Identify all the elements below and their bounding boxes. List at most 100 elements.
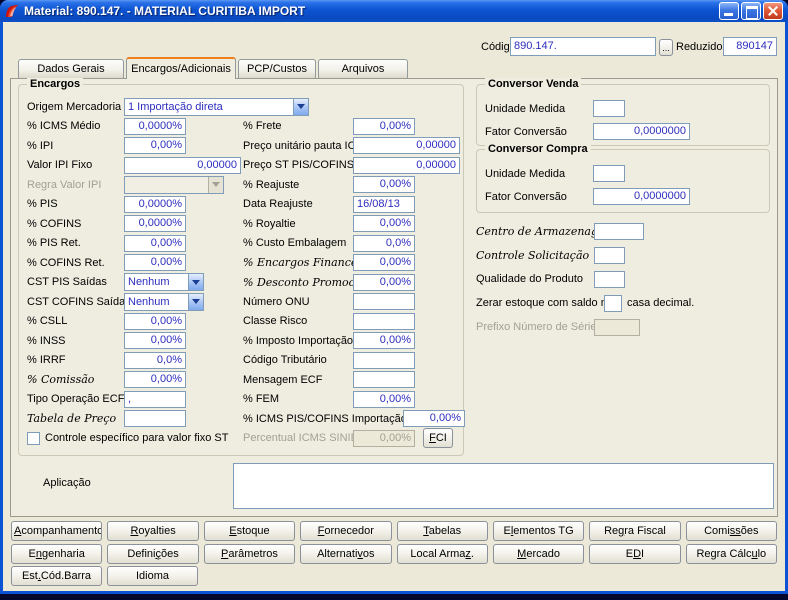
regra-fiscal-button[interactable]: Regra Fiscal: [589, 521, 680, 541]
inss-input[interactable]: 0,00%: [124, 332, 186, 349]
controle-solicitacao-input[interactable]: [594, 247, 625, 264]
csll-input[interactable]: 0,00%: [124, 313, 186, 330]
fator-conversao-input[interactable]: 0,0000000: [593, 123, 690, 140]
encargos-financeiros-input[interactable]: 0,00%: [353, 254, 415, 271]
form-row: % Royaltie0,00%: [243, 214, 465, 234]
ipi-input[interactable]: 0,00%: [124, 137, 186, 154]
custo-embalagem-label: % Custo Embalagem: [243, 237, 353, 249]
reajuste-input[interactable]: 0,00%: [353, 176, 415, 193]
app-icon: [4, 3, 20, 19]
form-row: Origem Mercadoria1 Importação direta: [27, 97, 309, 117]
cst-pis-saidas-select[interactable]: Nenhum: [124, 273, 204, 291]
regra-calculo-button[interactable]: Regra Cálculo: [686, 544, 777, 564]
form-row: % ICMS PIS/COFINS Importação0,00%: [243, 409, 465, 429]
form-row: Prefixo Número de Série: [476, 315, 694, 339]
tab-encargos-adicionais[interactable]: Encargos/Adicionais: [126, 57, 236, 79]
acompanhamento-button[interactable]: Acompanhamento: [11, 521, 102, 541]
unidade-medida-input[interactable]: [593, 165, 625, 182]
fator-conversao-input[interactable]: 0,0000000: [593, 188, 690, 205]
royalties-button[interactable]: Royalties: [107, 521, 198, 541]
cofins-ret-input[interactable]: 0,00%: [124, 254, 186, 271]
classe-risco-label: Classe Risco: [243, 315, 353, 327]
inss-label: % INSS: [27, 335, 124, 347]
imposto-importacao-input[interactable]: 0,00%: [353, 332, 415, 349]
select-value: Nenhum: [125, 274, 188, 290]
controle-especifico-para-valor-fixo-st-checkbox[interactable]: [27, 432, 40, 445]
form-row: Unidade Medida: [485, 162, 763, 185]
mensagem-ecf-input[interactable]: [353, 371, 415, 388]
engenharia-button[interactable]: Engenharia: [11, 544, 102, 564]
data-reajuste-input[interactable]: 16/08/13: [353, 196, 415, 213]
local-armaz-button[interactable]: Local Armaz.: [397, 544, 488, 564]
valor-ipi-fixo-label: Valor IPI Fixo: [27, 159, 124, 171]
desconto-promocional-input[interactable]: 0,00%: [353, 274, 415, 291]
edi-button[interactable]: EDI: [589, 544, 680, 564]
codigo-browse-button[interactable]: ...: [659, 39, 673, 56]
elementos-tg-button[interactable]: Elementos TG: [493, 521, 584, 541]
cst-pis-saidas-label: CST PIS Saídas: [27, 276, 124, 288]
comissao-input[interactable]: 0,00%: [124, 371, 186, 388]
tab-pcp-custos[interactable]: PCP/Custos: [238, 59, 316, 78]
form-row: Mensagem ECF: [243, 370, 465, 390]
pis-input[interactable]: 0,0000%: [124, 196, 186, 213]
qualidade-do-produto-input[interactable]: [594, 271, 625, 288]
zerar-estoque-com-saldo-na-label: Zerar estoque com saldo na: [476, 297, 604, 309]
codigo-input[interactable]: 890.147.: [510, 37, 656, 56]
pis-label: % PIS: [27, 198, 124, 210]
fornecedor-button[interactable]: Fornecedor: [300, 521, 391, 541]
fem-input[interactable]: 0,00%: [353, 391, 415, 408]
origem-mercadoria-select[interactable]: 1 Importação direta: [124, 98, 309, 116]
definicoes-button[interactable]: Definições: [107, 544, 198, 564]
cst-cofins-saidas-select[interactable]: Nenhum: [124, 293, 204, 311]
custo-embalagem-input[interactable]: 0,0%: [353, 235, 415, 252]
tab-arquivos[interactable]: Arquivos: [318, 59, 408, 78]
valor-ipi-fixo-input[interactable]: 0,00000: [124, 157, 241, 174]
select-value: [125, 177, 208, 193]
form-row: Fator Conversão0,0000000: [485, 185, 763, 208]
irrf-input[interactable]: 0,0%: [124, 352, 186, 369]
frete-input[interactable]: 0,00%: [353, 118, 415, 135]
tipo-operacao-ecf-input[interactable]: ,: [124, 391, 186, 408]
encargos-financeiros-label: % Encargos Financeiros: [243, 256, 353, 269]
percentual-icms-sinief-input: 0,00%: [353, 430, 415, 447]
reduzido-label: Reduzido: [676, 41, 722, 53]
royaltie-label: % Royaltie: [243, 218, 353, 230]
form-row: % FEM0,00%: [243, 390, 465, 410]
codigo-tributario-input[interactable]: [353, 352, 415, 369]
icms-pis-cofins-importacao-input[interactable]: 0,00%: [403, 410, 465, 427]
tipo-operacao-ecf-label: Tipo Operação ECF: [27, 393, 124, 405]
zerar-estoque-com-saldo-na-input[interactable]: [604, 295, 622, 312]
aplicacao-textarea[interactable]: [233, 463, 774, 509]
est-cod-barra-button[interactable]: Est.Cód.Barra: [11, 566, 102, 586]
preco-st-pis-cofins-input[interactable]: 0,00000: [353, 157, 460, 174]
tab-dados-gerais[interactable]: Dados Gerais: [18, 59, 124, 78]
estoque-button[interactable]: Estoque: [204, 521, 295, 541]
numero-onu-input[interactable]: [353, 293, 415, 310]
idioma-button[interactable]: Idioma: [107, 566, 198, 586]
maximize-button[interactable]: [741, 2, 761, 20]
classe-risco-input[interactable]: [353, 313, 415, 330]
mercado-button[interactable]: Mercado: [493, 544, 584, 564]
alternativos-button[interactable]: Alternativos: [300, 544, 391, 564]
title-bar[interactable]: Material: 890.147. - MATERIAL CURITIBA I…: [0, 0, 788, 22]
cofins-input[interactable]: 0,0000%: [124, 215, 186, 232]
qualidade-do-produto-label: Qualidade do Produto: [476, 273, 594, 285]
pis-ret-input[interactable]: 0,00%: [124, 235, 186, 252]
parametros-button[interactable]: Parâmetros: [204, 544, 295, 564]
royaltie-input[interactable]: 0,00%: [353, 215, 415, 232]
reduzido-input[interactable]: 890147: [723, 37, 777, 56]
close-button[interactable]: [763, 2, 783, 20]
tabela-de-preco-input[interactable]: [124, 410, 186, 427]
window-body: Código 890.147. ... Reduzido 890147 Dado…: [3, 22, 785, 591]
centro-de-armazenagem-input[interactable]: [594, 223, 644, 240]
form-row: % Frete0,00%: [243, 117, 465, 137]
cst-cofins-saidas-label: CST COFINS Saídas: [27, 296, 124, 308]
tabelas-button[interactable]: Tabelas: [397, 521, 488, 541]
comissoes-button[interactable]: Comissões: [686, 521, 777, 541]
desconto-promocional-label: % Desconto Promocional: [243, 276, 353, 289]
form-row: % Encargos Financeiros0,00%: [243, 253, 465, 273]
preco-unitario-pauta-icms-input[interactable]: 0,00000: [353, 137, 460, 154]
unidade-medida-input[interactable]: [593, 100, 625, 117]
minimize-button[interactable]: [719, 2, 739, 20]
icms-medio-input[interactable]: 0,0000%: [124, 118, 186, 135]
